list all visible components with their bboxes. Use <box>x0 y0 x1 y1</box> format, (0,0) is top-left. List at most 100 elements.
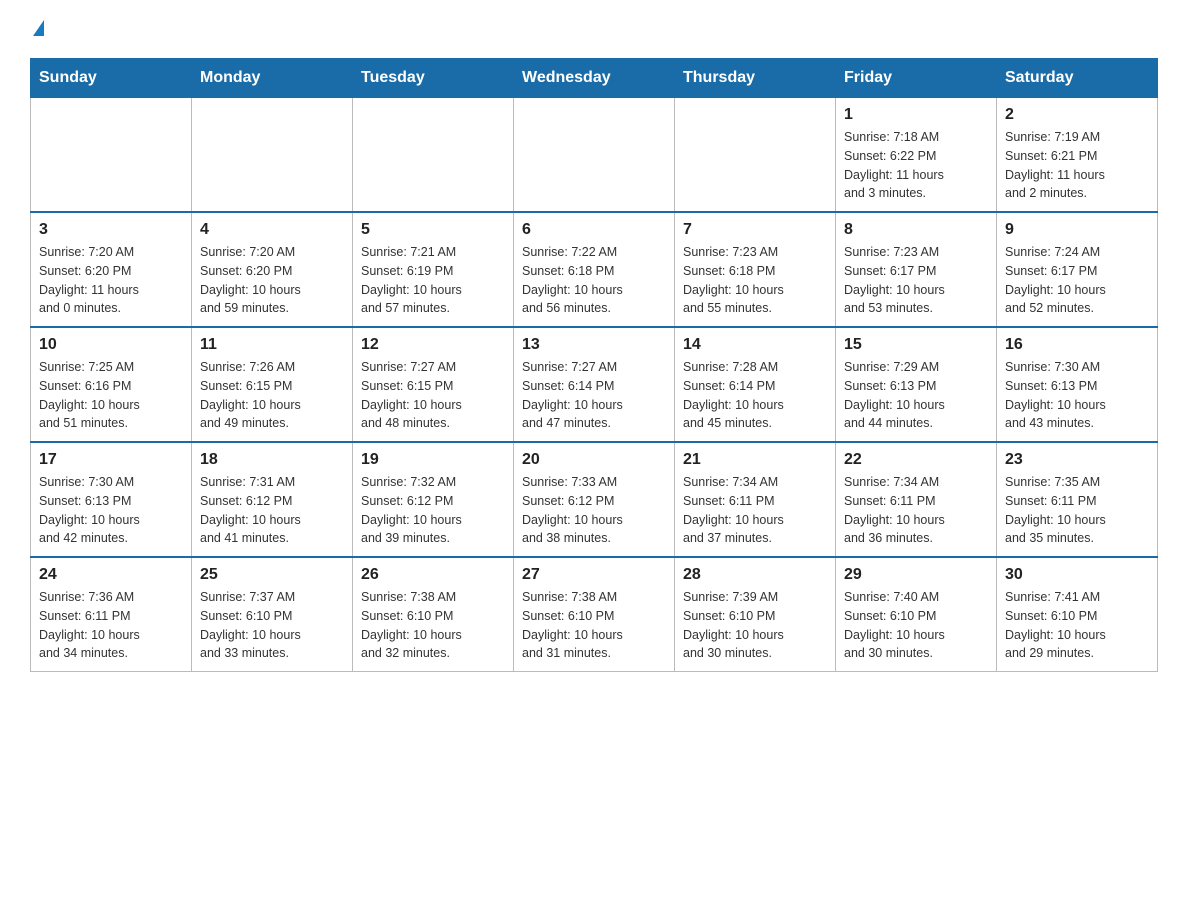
calendar-cell: 2 Sunrise: 7:19 AMSunset: 6:21 PMDaylight… <box>997 98 1158 213</box>
day-number: 27 <box>522 566 666 584</box>
day-number: 5 <box>361 221 505 239</box>
day-info: Sunrise: 7:23 AMSunset: 6:18 PMDaylight:… <box>683 243 827 318</box>
day-info: Sunrise: 7:34 AMSunset: 6:11 PMDaylight:… <box>844 473 988 548</box>
calendar-cell: 14 Sunrise: 7:28 AMSunset: 6:14 PMDayligh… <box>675 327 836 442</box>
day-info: Sunrise: 7:29 AMSunset: 6:13 PMDaylight:… <box>844 358 988 433</box>
day-number: 21 <box>683 451 827 469</box>
day-of-week-header: Friday <box>836 59 997 98</box>
calendar-cell: 10 Sunrise: 7:25 AMSunset: 6:16 PMDayligh… <box>31 327 192 442</box>
page-header <box>30 20 1158 38</box>
day-info: Sunrise: 7:20 AMSunset: 6:20 PMDaylight:… <box>39 243 183 318</box>
calendar-cell <box>353 98 514 213</box>
day-of-week-header: Saturday <box>997 59 1158 98</box>
day-info: Sunrise: 7:30 AMSunset: 6:13 PMDaylight:… <box>1005 358 1149 433</box>
day-info: Sunrise: 7:33 AMSunset: 6:12 PMDaylight:… <box>522 473 666 548</box>
calendar-cell: 27 Sunrise: 7:38 AMSunset: 6:10 PMDayligh… <box>514 557 675 672</box>
calendar-cell: 25 Sunrise: 7:37 AMSunset: 6:10 PMDayligh… <box>192 557 353 672</box>
day-number: 17 <box>39 451 183 469</box>
day-info: Sunrise: 7:37 AMSunset: 6:10 PMDaylight:… <box>200 588 344 663</box>
day-info: Sunrise: 7:38 AMSunset: 6:10 PMDaylight:… <box>361 588 505 663</box>
day-info: Sunrise: 7:25 AMSunset: 6:16 PMDaylight:… <box>39 358 183 433</box>
day-info: Sunrise: 7:22 AMSunset: 6:18 PMDaylight:… <box>522 243 666 318</box>
calendar-header-row: SundayMondayTuesdayWednesdayThursdayFrid… <box>31 59 1158 98</box>
day-number: 3 <box>39 221 183 239</box>
calendar-cell: 18 Sunrise: 7:31 AMSunset: 6:12 PMDayligh… <box>192 442 353 557</box>
day-number: 29 <box>844 566 988 584</box>
day-number: 18 <box>200 451 344 469</box>
day-number: 13 <box>522 336 666 354</box>
calendar-cell: 1 Sunrise: 7:18 AMSunset: 6:22 PMDaylight… <box>836 98 997 213</box>
calendar-cell: 16 Sunrise: 7:30 AMSunset: 6:13 PMDayligh… <box>997 327 1158 442</box>
calendar-week-row: 10 Sunrise: 7:25 AMSunset: 6:16 PMDayligh… <box>31 327 1158 442</box>
calendar-week-row: 1 Sunrise: 7:18 AMSunset: 6:22 PMDaylight… <box>31 98 1158 213</box>
day-number: 4 <box>200 221 344 239</box>
calendar-cell: 9 Sunrise: 7:24 AMSunset: 6:17 PMDaylight… <box>997 212 1158 327</box>
day-info: Sunrise: 7:31 AMSunset: 6:12 PMDaylight:… <box>200 473 344 548</box>
day-info: Sunrise: 7:40 AMSunset: 6:10 PMDaylight:… <box>844 588 988 663</box>
day-number: 24 <box>39 566 183 584</box>
day-number: 20 <box>522 451 666 469</box>
day-info: Sunrise: 7:34 AMSunset: 6:11 PMDaylight:… <box>683 473 827 548</box>
day-of-week-header: Monday <box>192 59 353 98</box>
day-number: 2 <box>1005 106 1149 124</box>
day-number: 14 <box>683 336 827 354</box>
day-info: Sunrise: 7:24 AMSunset: 6:17 PMDaylight:… <box>1005 243 1149 318</box>
day-number: 9 <box>1005 221 1149 239</box>
day-number: 7 <box>683 221 827 239</box>
day-info: Sunrise: 7:39 AMSunset: 6:10 PMDaylight:… <box>683 588 827 663</box>
calendar-cell <box>675 98 836 213</box>
calendar-cell: 21 Sunrise: 7:34 AMSunset: 6:11 PMDayligh… <box>675 442 836 557</box>
calendar-cell: 29 Sunrise: 7:40 AMSunset: 6:10 PMDayligh… <box>836 557 997 672</box>
calendar-cell: 3 Sunrise: 7:20 AMSunset: 6:20 PMDaylight… <box>31 212 192 327</box>
calendar-cell: 7 Sunrise: 7:23 AMSunset: 6:18 PMDaylight… <box>675 212 836 327</box>
calendar-cell: 12 Sunrise: 7:27 AMSunset: 6:15 PMDayligh… <box>353 327 514 442</box>
day-info: Sunrise: 7:20 AMSunset: 6:20 PMDaylight:… <box>200 243 344 318</box>
calendar-cell: 13 Sunrise: 7:27 AMSunset: 6:14 PMDayligh… <box>514 327 675 442</box>
day-of-week-header: Tuesday <box>353 59 514 98</box>
day-number: 16 <box>1005 336 1149 354</box>
calendar-cell <box>192 98 353 213</box>
day-info: Sunrise: 7:26 AMSunset: 6:15 PMDaylight:… <box>200 358 344 433</box>
logo-triangle-icon <box>33 20 44 36</box>
calendar-table: SundayMondayTuesdayWednesdayThursdayFrid… <box>30 58 1158 672</box>
calendar-cell: 26 Sunrise: 7:38 AMSunset: 6:10 PMDayligh… <box>353 557 514 672</box>
day-info: Sunrise: 7:19 AMSunset: 6:21 PMDaylight:… <box>1005 128 1149 203</box>
day-of-week-header: Thursday <box>675 59 836 98</box>
day-number: 1 <box>844 106 988 124</box>
day-number: 23 <box>1005 451 1149 469</box>
calendar-cell: 19 Sunrise: 7:32 AMSunset: 6:12 PMDayligh… <box>353 442 514 557</box>
day-info: Sunrise: 7:35 AMSunset: 6:11 PMDaylight:… <box>1005 473 1149 548</box>
calendar-cell: 8 Sunrise: 7:23 AMSunset: 6:17 PMDaylight… <box>836 212 997 327</box>
calendar-cell: 28 Sunrise: 7:39 AMSunset: 6:10 PMDayligh… <box>675 557 836 672</box>
day-number: 8 <box>844 221 988 239</box>
day-number: 12 <box>361 336 505 354</box>
day-info: Sunrise: 7:23 AMSunset: 6:17 PMDaylight:… <box>844 243 988 318</box>
calendar-cell: 30 Sunrise: 7:41 AMSunset: 6:10 PMDayligh… <box>997 557 1158 672</box>
day-number: 10 <box>39 336 183 354</box>
day-number: 26 <box>361 566 505 584</box>
calendar-week-row: 24 Sunrise: 7:36 AMSunset: 6:11 PMDayligh… <box>31 557 1158 672</box>
calendar-week-row: 3 Sunrise: 7:20 AMSunset: 6:20 PMDaylight… <box>31 212 1158 327</box>
calendar-cell: 5 Sunrise: 7:21 AMSunset: 6:19 PMDaylight… <box>353 212 514 327</box>
day-info: Sunrise: 7:18 AMSunset: 6:22 PMDaylight:… <box>844 128 988 203</box>
day-info: Sunrise: 7:36 AMSunset: 6:11 PMDaylight:… <box>39 588 183 663</box>
day-info: Sunrise: 7:27 AMSunset: 6:15 PMDaylight:… <box>361 358 505 433</box>
day-number: 19 <box>361 451 505 469</box>
day-info: Sunrise: 7:38 AMSunset: 6:10 PMDaylight:… <box>522 588 666 663</box>
day-info: Sunrise: 7:28 AMSunset: 6:14 PMDaylight:… <box>683 358 827 433</box>
calendar-cell: 4 Sunrise: 7:20 AMSunset: 6:20 PMDaylight… <box>192 212 353 327</box>
day-info: Sunrise: 7:21 AMSunset: 6:19 PMDaylight:… <box>361 243 505 318</box>
calendar-cell: 22 Sunrise: 7:34 AMSunset: 6:11 PMDayligh… <box>836 442 997 557</box>
calendar-cell: 6Sunrise: 7:22 AMSunset: 6:18 PMDaylight… <box>514 212 675 327</box>
day-info: Sunrise: 7:32 AMSunset: 6:12 PMDaylight:… <box>361 473 505 548</box>
calendar-cell: 15Sunrise: 7:29 AMSunset: 6:13 PMDayligh… <box>836 327 997 442</box>
calendar-cell: 20 Sunrise: 7:33 AMSunset: 6:12 PMDayligh… <box>514 442 675 557</box>
day-number: 30 <box>1005 566 1149 584</box>
day-info: Sunrise: 7:41 AMSunset: 6:10 PMDaylight:… <box>1005 588 1149 663</box>
day-number: 22 <box>844 451 988 469</box>
day-of-week-header: Wednesday <box>514 59 675 98</box>
day-number: 25 <box>200 566 344 584</box>
day-of-week-header: Sunday <box>31 59 192 98</box>
day-info: Sunrise: 7:27 AMSunset: 6:14 PMDaylight:… <box>522 358 666 433</box>
day-number: 28 <box>683 566 827 584</box>
